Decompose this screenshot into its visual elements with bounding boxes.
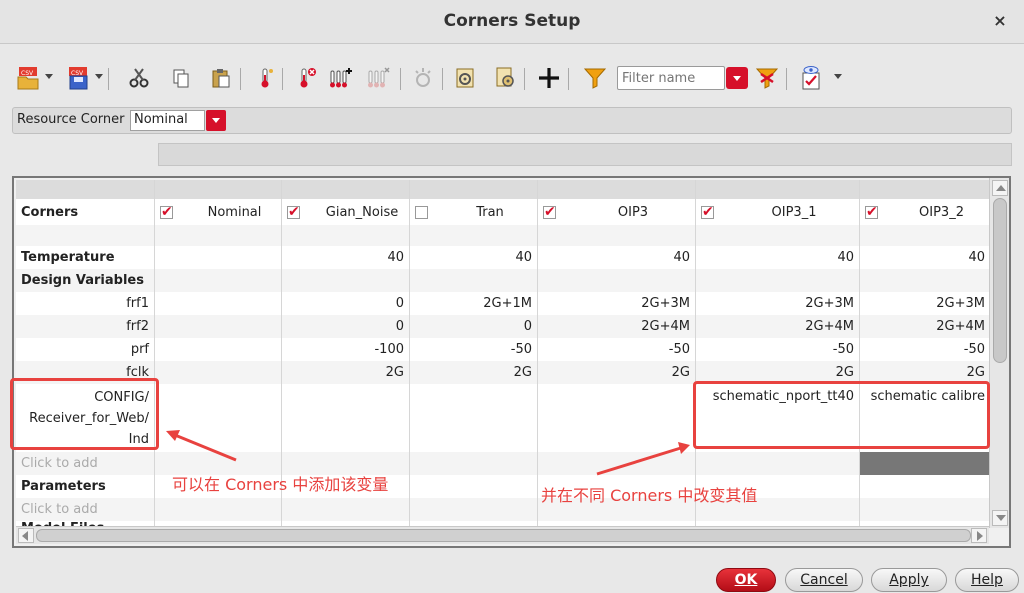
annotation-right-note: 并在不同 Corners 中改变其值 bbox=[541, 486, 758, 505]
apply-button[interactable]: Apply bbox=[871, 568, 947, 592]
annotation-arrows bbox=[166, 430, 690, 476]
ok-button[interactable]: OK bbox=[716, 568, 776, 592]
help-button[interactable]: Help bbox=[955, 568, 1019, 592]
cancel-button[interactable]: Cancel bbox=[785, 568, 863, 592]
annotation-left-note: 可以在 Corners 中添加该变量 bbox=[172, 475, 389, 494]
